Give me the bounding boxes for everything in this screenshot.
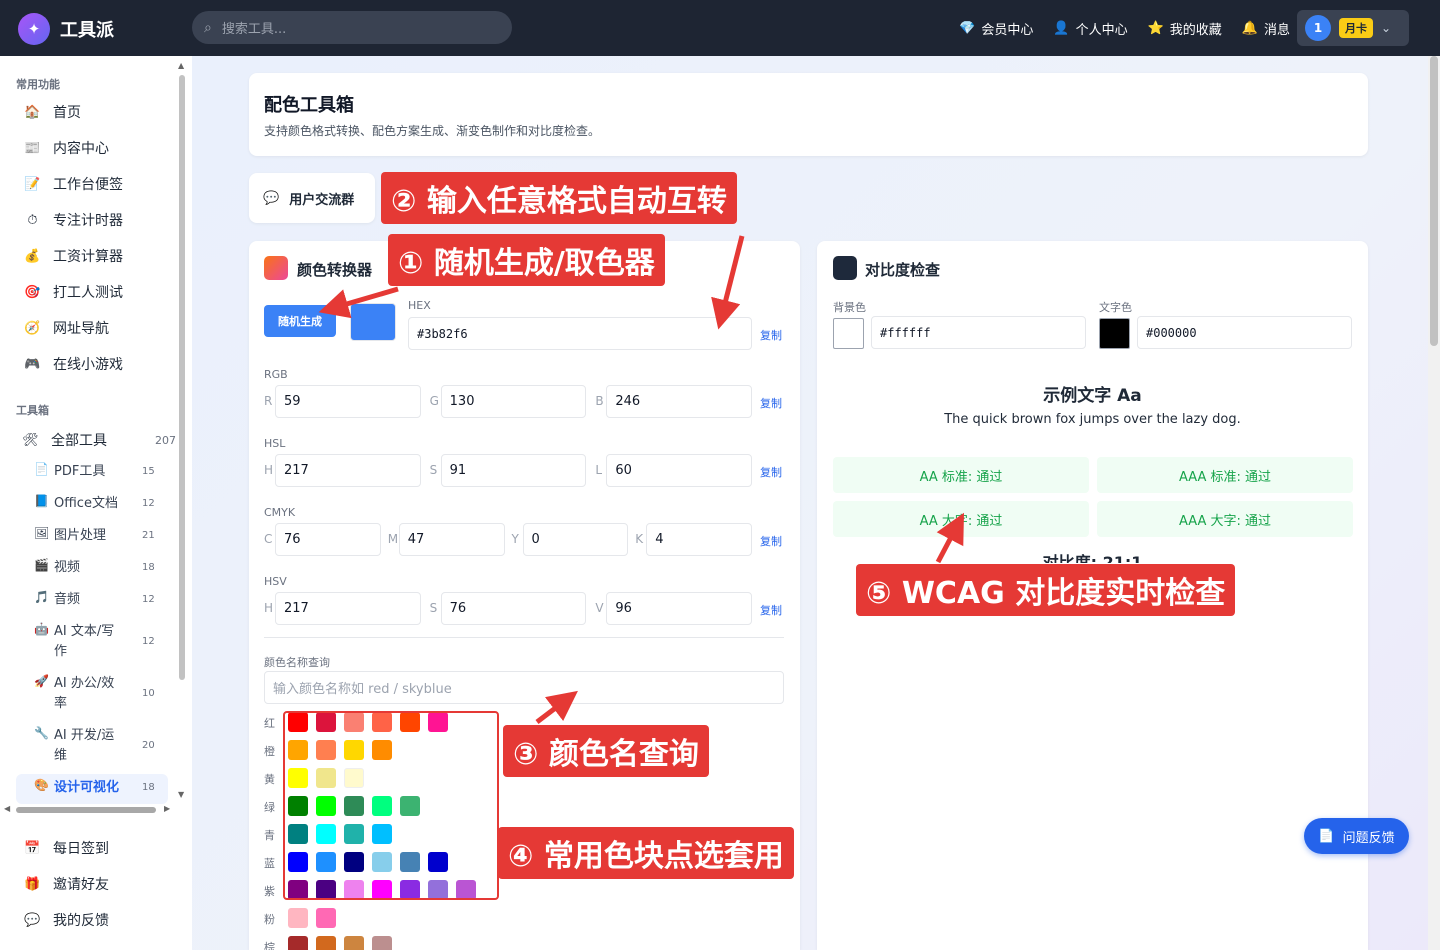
arrow-5 bbox=[935, 512, 965, 564]
arrow-1 bbox=[318, 286, 399, 319]
document-icon: 📄 bbox=[1318, 828, 1335, 844]
feedback-button[interactable]: 📄 问题反馈 bbox=[1304, 818, 1409, 854]
arrow-2 bbox=[711, 235, 745, 330]
annotation-arrows bbox=[318, 235, 965, 724]
arrow-3 bbox=[535, 690, 578, 724]
feedback-label: 问题反馈 bbox=[1342, 830, 1395, 846]
